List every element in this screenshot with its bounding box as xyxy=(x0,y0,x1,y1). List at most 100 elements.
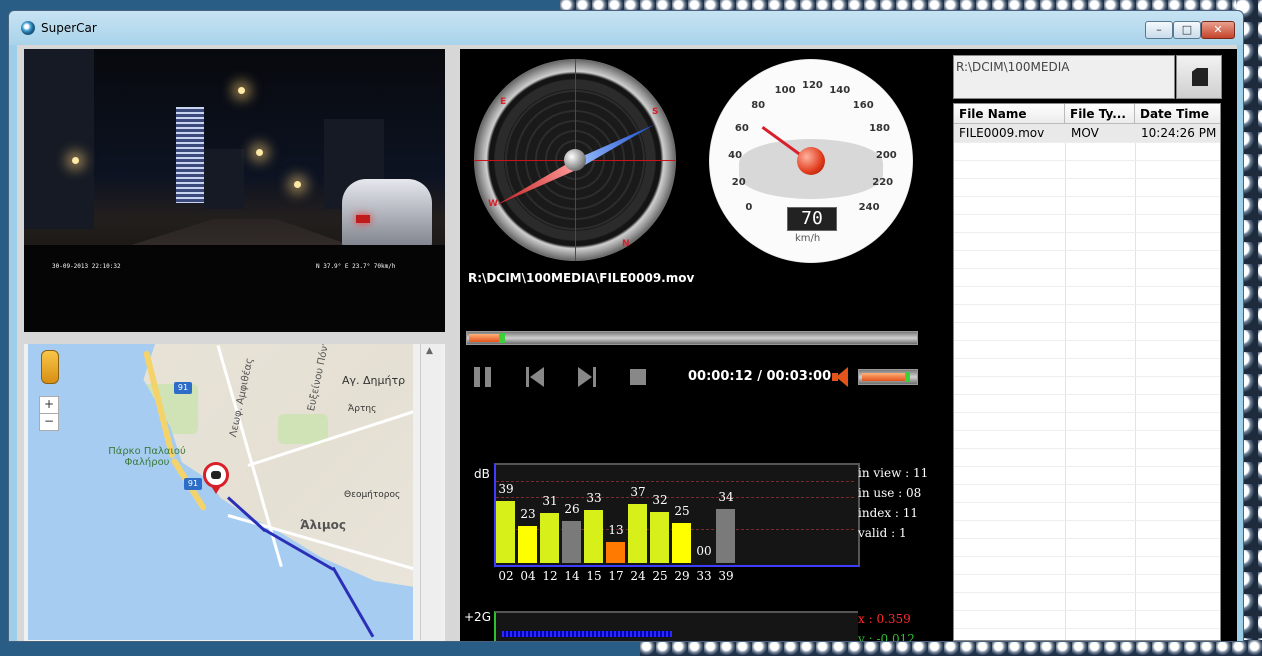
maximize-button[interactable]: □ xyxy=(1173,21,1201,39)
car-location-marker-icon[interactable] xyxy=(203,462,229,488)
speed-tick-label: 0 xyxy=(745,201,753,213)
speed-tick-label: 220 xyxy=(872,177,894,189)
snr-value-label: 37 xyxy=(630,484,646,499)
zoom-out-button[interactable]: − xyxy=(39,413,59,431)
pause-button[interactable] xyxy=(472,365,494,389)
building xyxy=(204,149,244,209)
title-bar[interactable]: SuperCar – □ ✕ xyxy=(9,11,1243,45)
sat-in-view: in view : 11 xyxy=(858,466,929,480)
snr-tick-label: 25 xyxy=(652,569,668,583)
speaker-icon[interactable] xyxy=(832,367,850,387)
map-label-street: Θεομήτορος xyxy=(344,490,401,500)
row-divider xyxy=(954,196,1220,197)
current-file-path: R:\DCIM\100MEDIA\FILE0009.mov xyxy=(468,271,695,285)
stop-button[interactable] xyxy=(628,365,650,389)
snr-bar xyxy=(650,511,669,563)
snr-bar xyxy=(518,526,537,563)
snr-tick-label: 17 xyxy=(608,569,624,583)
compass-letter-west: W xyxy=(488,199,498,209)
volume-thumb[interactable] xyxy=(904,372,910,382)
satellite-snr-chart: 39 23 31 26 33 13 37 32 25 00 34 xyxy=(494,463,860,567)
snr-value-label: 31 xyxy=(542,494,558,509)
snr-value-label: 32 xyxy=(652,492,668,507)
map-scrollbar[interactable]: ▲ xyxy=(420,344,441,640)
car-icon xyxy=(211,471,221,479)
snr-tick-label: 02 xyxy=(498,569,514,583)
speed-tick-label: 120 xyxy=(802,80,823,91)
row-divider xyxy=(954,466,1220,467)
row-divider xyxy=(954,448,1220,449)
control-panel: S W N E 70 km/h 0 20 40 60 80 100 120 140 160 180… xyxy=(460,49,946,641)
next-button[interactable] xyxy=(576,365,598,389)
minimize-button[interactable]: – xyxy=(1145,21,1173,39)
playback-time: 00:00:12 / 00:03:00 xyxy=(688,369,832,384)
snr-bar xyxy=(716,508,735,563)
compass-letter-east: E xyxy=(500,97,507,107)
street xyxy=(247,408,413,467)
row-divider xyxy=(954,358,1220,359)
volume-slider[interactable] xyxy=(858,369,918,385)
seek-bar[interactable] xyxy=(466,331,918,345)
road-shield: 91 xyxy=(174,382,192,394)
row-divider xyxy=(954,376,1220,377)
file-list[interactable]: File Name File Ty... Date Time FILE0009.… xyxy=(953,103,1221,641)
column-header-file-type[interactable]: File Ty... xyxy=(1065,104,1135,124)
column-header-date-time[interactable]: Date Time xyxy=(1135,104,1220,124)
road-shield: 91 xyxy=(184,478,202,490)
gsensor-y-value: y : -0.012 xyxy=(858,632,915,641)
video-preview[interactable]: 30-09-2013 22:10:32 N 37.9° E 23.7° 70km… xyxy=(24,49,445,332)
column-header-file-name[interactable]: File Name xyxy=(954,104,1065,124)
table-row[interactable]: FILE0009.mov MOV 10:24:26 PM xyxy=(954,124,1220,142)
speed-tick-label: 20 xyxy=(731,177,746,189)
seek-progress xyxy=(469,334,499,342)
dashboard xyxy=(24,245,445,332)
video-timestamp: 30-09-2013 22:10:32 xyxy=(52,263,121,270)
snr-bar xyxy=(628,503,647,563)
row-divider xyxy=(954,538,1220,539)
snr-tick-label: 15 xyxy=(586,569,602,583)
speedometer-hub xyxy=(797,147,825,175)
folder-path-field[interactable]: R:\DCIM\100MEDIA xyxy=(953,55,1175,99)
row-divider xyxy=(954,178,1220,179)
row-divider xyxy=(954,340,1220,341)
scroll-up-icon[interactable]: ▲ xyxy=(426,346,433,356)
building xyxy=(24,49,94,229)
map-panel: Λεωφ. Αμφιθέας Ευξείνου Πόντου Αγ. Δημήτ… xyxy=(24,344,445,641)
file-time-cell: 10:24:26 PM xyxy=(1141,126,1217,140)
street-view-pegman-icon[interactable] xyxy=(41,350,59,384)
row-divider xyxy=(954,304,1220,305)
gsensor-wave xyxy=(502,631,672,637)
window-title: SuperCar xyxy=(41,21,97,35)
snr-tick-label: 24 xyxy=(630,569,646,583)
snr-value-label: 34 xyxy=(718,489,734,504)
map-view[interactable]: Λεωφ. Αμφιθέας Ευξείνου Πόντου Αγ. Δημήτ… xyxy=(28,344,413,640)
file-name-cell: FILE0009.mov xyxy=(959,126,1045,140)
snr-tick-label: 12 xyxy=(542,569,558,583)
row-divider xyxy=(954,250,1220,251)
streetlight xyxy=(238,87,245,94)
browse-folder-button[interactable] xyxy=(1176,55,1222,99)
gsensor-x-value: x : 0.359 xyxy=(858,612,911,626)
zoom-in-button[interactable]: + xyxy=(39,396,59,414)
seek-thumb[interactable] xyxy=(498,333,505,343)
speed-tick-label: 200 xyxy=(875,149,897,161)
previous-button[interactable] xyxy=(524,365,546,389)
snr-bar xyxy=(496,500,515,563)
row-divider xyxy=(954,214,1220,215)
column-divider xyxy=(1135,124,1136,640)
sat-in-use: in use : 08 xyxy=(858,486,922,500)
app-window: SuperCar – □ ✕ 30-09-2013 22:10:32 N 37.… xyxy=(8,10,1244,642)
speed-tick-label: 240 xyxy=(858,201,880,213)
snr-bar xyxy=(584,510,603,563)
snr-value-label: 26 xyxy=(564,502,580,517)
row-divider xyxy=(954,412,1220,413)
speedometer-gauge: 70 km/h 0 20 40 60 80 100 120 140 160 180 200 220 24… xyxy=(709,59,913,263)
row-divider xyxy=(954,232,1220,233)
row-divider xyxy=(954,142,1220,143)
close-button[interactable]: ✕ xyxy=(1201,21,1235,39)
volume-level xyxy=(862,373,905,381)
streetlight xyxy=(294,181,301,188)
snr-tick-label: 04 xyxy=(520,569,536,583)
speed-tick-label: 160 xyxy=(852,100,874,112)
map-label-street: Άρτης xyxy=(348,404,377,414)
